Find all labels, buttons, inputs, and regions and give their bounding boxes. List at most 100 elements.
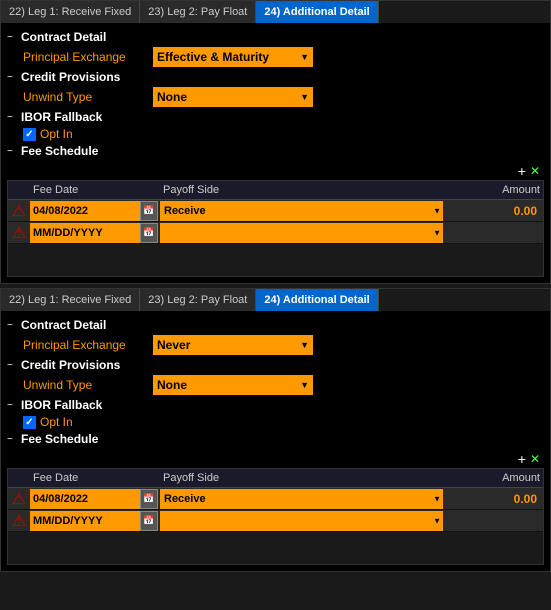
fee-schedule-section-1: − Fee Schedule xyxy=(7,144,544,158)
fee-schedule-area-1: + ✕ Fee Date Payoff Side Amount ⚠ 📅 xyxy=(7,162,544,277)
fee2-row-1-cal[interactable]: 📅 xyxy=(140,489,158,509)
tab-leg2-p1[interactable]: 23) Leg 2: Pay Float xyxy=(140,1,256,23)
tab-leg1-p1[interactable]: 22) Leg 1: Receive Fixed xyxy=(1,1,140,23)
collapse-credit-icon-2[interactable]: − xyxy=(7,360,17,371)
collapse-credit-icon-1[interactable]: − xyxy=(7,72,17,83)
principal-exchange-dropdown-wrap-1: Effective & Maturity Never Effective Onl… xyxy=(153,47,313,67)
fee-schedule-title-2: Fee Schedule xyxy=(21,432,98,446)
contract-detail-section-2: − Contract Detail xyxy=(7,318,544,332)
fee-col-del xyxy=(8,183,30,197)
fee-row-1-side[interactable]: Receive Pay xyxy=(160,201,443,221)
fee2-col-date: Fee Date xyxy=(30,471,140,485)
fee-col-side: Payoff Side xyxy=(160,183,443,197)
tab-leg1-p2[interactable]: 22) Leg 1: Receive Fixed xyxy=(1,289,140,311)
fee-add-btn-1[interactable]: + xyxy=(518,164,526,178)
panel-1: 22) Leg 1: Receive Fixed 23) Leg 2: Pay … xyxy=(0,0,551,284)
principal-exchange-row-2: Principal Exchange Never Effective & Mat… xyxy=(23,335,544,355)
tab-bar-1: 22) Leg 1: Receive Fixed 23) Leg 2: Pay … xyxy=(1,1,550,23)
fee-row-1-date[interactable] xyxy=(30,201,140,221)
principal-exchange-dropdown-wrap-2: Never Effective & Maturity Effective Onl… xyxy=(153,335,313,355)
unwind-type-row-1: Unwind Type None Standard Mandatory xyxy=(23,87,544,107)
tab-leg2-p2[interactable]: 23) Leg 2: Pay Float xyxy=(140,289,256,311)
fee2-row-2-cal[interactable]: 📅 xyxy=(140,511,158,531)
collapse-fee-icon-2[interactable]: − xyxy=(7,434,17,445)
contract-detail-title-1: Contract Detail xyxy=(21,30,106,44)
fee2-col-cal xyxy=(140,471,160,485)
fee2-row-1-amount: 0.00 xyxy=(443,492,543,506)
fee-schedule-section-2: − Fee Schedule xyxy=(7,432,544,446)
opt-in-row-2: Opt In xyxy=(23,415,544,429)
collapse-contract-icon-2[interactable]: − xyxy=(7,320,17,331)
collapse-ibor-icon-2[interactable]: − xyxy=(7,400,17,411)
contract-detail-section-1: − Contract Detail xyxy=(7,30,544,44)
opt-in-checkbox-2[interactable] xyxy=(23,416,36,429)
fee2-row-2-side-wrap: Receive Pay ▼ xyxy=(160,511,443,531)
fee2-col-side: Payoff Side xyxy=(160,471,443,485)
unwind-type-select-2[interactable]: None Standard Mandatory xyxy=(153,375,313,395)
fee-row-2-cal[interactable]: 📅 xyxy=(140,223,158,243)
fee-add-btn-2[interactable]: + xyxy=(518,452,526,466)
fee-col-date: Fee Date xyxy=(30,183,140,197)
tab-detail-p2[interactable]: 24) Additional Detail xyxy=(256,289,378,311)
tab-bar-2: 22) Leg 1: Receive Fixed 23) Leg 2: Pay … xyxy=(1,289,550,311)
ibor-section-1: − IBOR Fallback xyxy=(7,110,544,124)
fee2-row-2-delete[interactable]: ⚠ xyxy=(8,511,30,531)
ibor-section-2: − IBOR Fallback xyxy=(7,398,544,412)
principal-exchange-select-1[interactable]: Effective & Maturity Never Effective Onl… xyxy=(153,47,313,67)
fee-empty-row-1 xyxy=(8,244,543,260)
unwind-type-label-1: Unwind Type xyxy=(23,90,153,104)
fee-col-amount: Amount xyxy=(443,183,543,197)
unwind-type-label-2: Unwind Type xyxy=(23,378,153,392)
fee-delete-btn-2[interactable]: ✕ xyxy=(530,453,540,465)
principal-exchange-label-1: Principal Exchange xyxy=(23,50,153,64)
fee2-col-del xyxy=(8,471,30,485)
opt-in-checkbox-1[interactable] xyxy=(23,128,36,141)
ibor-title-2: IBOR Fallback xyxy=(21,398,102,412)
fee-schedule-title-1: Fee Schedule xyxy=(21,144,98,158)
credit-provisions-title-2: Credit Provisions xyxy=(21,358,120,372)
credit-provisions-section-1: − Credit Provisions xyxy=(7,70,544,84)
opt-in-label-2: Opt In xyxy=(40,415,73,429)
collapse-ibor-icon-1[interactable]: − xyxy=(7,112,17,123)
credit-provisions-title-1: Credit Provisions xyxy=(21,70,120,84)
fee-row-1-amount: 0.00 xyxy=(443,204,543,218)
fee-empty-row-2 xyxy=(8,260,543,276)
fee2-row-1-delete[interactable]: ⚠ xyxy=(8,489,30,509)
unwind-type-dropdown-wrap-2: None Standard Mandatory xyxy=(153,375,313,395)
principal-exchange-select-2[interactable]: Never Effective & Maturity Effective Onl… xyxy=(153,335,313,355)
fee2-row-1-date[interactable] xyxy=(30,489,140,509)
unwind-type-row-2: Unwind Type None Standard Mandatory xyxy=(23,375,544,395)
contract-detail-title-2: Contract Detail xyxy=(21,318,106,332)
collapse-contract-icon-1[interactable]: − xyxy=(7,32,17,43)
fee2-row-2-date[interactable] xyxy=(30,511,140,531)
fee-schedule-area-2: + ✕ Fee Date Payoff Side Amount ⚠ 📅 xyxy=(7,450,544,565)
credit-provisions-section-2: − Credit Provisions xyxy=(7,358,544,372)
panel-2-content: − Contract Detail Principal Exchange Nev… xyxy=(1,311,550,571)
fee-delete-btn-1[interactable]: ✕ xyxy=(530,165,540,177)
fee-row-2-date[interactable] xyxy=(30,223,140,243)
principal-exchange-label-2: Principal Exchange xyxy=(23,338,153,352)
fee2-row-2-side[interactable]: Receive Pay xyxy=(160,511,443,531)
fee-row-1-cal[interactable]: 📅 xyxy=(140,201,158,221)
fee2-empty-row-2 xyxy=(8,548,543,564)
fee2-row-1-side-wrap: Receive Pay ▼ xyxy=(160,489,443,509)
tab-detail-p1[interactable]: 24) Additional Detail xyxy=(256,1,378,23)
opt-in-row-1: Opt In xyxy=(23,127,544,141)
collapse-fee-icon-1[interactable]: − xyxy=(7,146,17,157)
fee2-col-amount: Amount xyxy=(443,471,543,485)
ibor-title-1: IBOR Fallback xyxy=(21,110,102,124)
fee-row-2-side-wrap: Receive Pay ▼ xyxy=(160,223,443,243)
fee-row-1-side-wrap: Receive Pay ▼ xyxy=(160,201,443,221)
fee-row-2-delete[interactable]: ⚠ xyxy=(8,223,30,243)
fee-col-cal xyxy=(140,183,160,197)
opt-in-label-1: Opt In xyxy=(40,127,73,141)
panel-2: 22) Leg 1: Receive Fixed 23) Leg 2: Pay … xyxy=(0,288,551,572)
panel-1-content: − Contract Detail Principal Exchange Eff… xyxy=(1,23,550,283)
fee2-empty-row-1 xyxy=(8,532,543,548)
unwind-type-select-1[interactable]: None Standard Mandatory xyxy=(153,87,313,107)
fee-row-1-delete[interactable]: ⚠ xyxy=(8,201,30,221)
fee-row-2-side[interactable]: Receive Pay xyxy=(160,223,443,243)
fee-toolbar-1: + ✕ xyxy=(7,162,544,180)
fee2-row-1-side[interactable]: Receive Pay xyxy=(160,489,443,509)
fee-toolbar-2: + ✕ xyxy=(7,450,544,468)
